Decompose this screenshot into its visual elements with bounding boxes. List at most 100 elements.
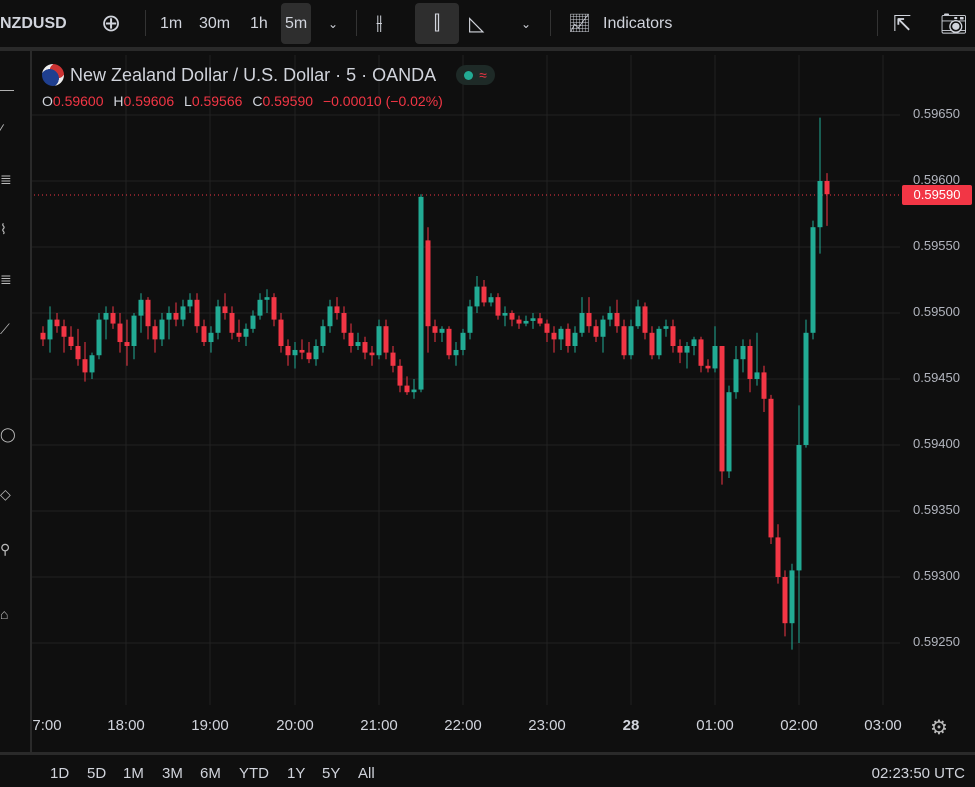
range-button-1m[interactable]: 1M — [123, 765, 144, 782]
indicators-icon[interactable]: 📈︎ — [568, 0, 591, 47]
current-price-label: 0.59590 — [902, 185, 972, 205]
area-chart-icon[interactable]: ◺ — [469, 0, 484, 47]
range-button-5d[interactable]: 5D — [87, 765, 106, 782]
zoom-icon[interactable]: ⚲ — [0, 541, 14, 558]
candle — [328, 300, 333, 333]
candle-body — [671, 326, 676, 346]
candle — [720, 346, 725, 485]
candle — [475, 276, 480, 313]
candle — [419, 194, 424, 392]
time-tick-label: 03:00 — [864, 717, 902, 734]
candle — [580, 297, 585, 337]
chart-legend-title[interactable]: New Zealand Dollar / U.S. Dollar · 5 · O… — [42, 64, 495, 86]
candle-body — [783, 577, 788, 623]
candle-body — [41, 333, 46, 340]
close-label: C — [252, 93, 262, 109]
open-external-icon[interactable]: ⇱ — [893, 0, 911, 47]
candle-body — [748, 346, 753, 379]
fib-icon[interactable]: ≣ — [0, 171, 14, 188]
candle — [69, 326, 74, 350]
candle — [538, 313, 543, 326]
candle — [559, 326, 564, 350]
price-tick-label: 0.59550 — [913, 238, 960, 253]
candle-body — [643, 306, 648, 332]
settings-gear-icon[interactable]: ⚙ — [930, 715, 948, 740]
bottom-toolbar: 1D 5D 1M 3M 6M YTD 1Y 5Y All 02:23:50 UTC — [0, 752, 975, 787]
candle — [692, 337, 697, 355]
candle-body — [132, 316, 137, 346]
forecast-icon[interactable]: ≣ — [0, 271, 14, 288]
candle-body — [545, 324, 550, 333]
candles-chart-icon[interactable]: ⫿ — [415, 3, 459, 44]
range-button-3m[interactable]: 3M — [162, 765, 183, 782]
interval-1m[interactable]: 1m — [160, 0, 182, 47]
lock-icon[interactable]: ⌂ — [0, 606, 14, 622]
time-tick-label: 02:00 — [780, 717, 818, 734]
chevron-down-icon[interactable]: ⌄ — [521, 0, 531, 47]
range-button-ytd[interactable]: YTD — [239, 765, 269, 782]
data-delay-icon: ≈ — [479, 67, 487, 83]
range-button-1y[interactable]: 1Y — [287, 765, 305, 782]
brush-icon[interactable]: ⟋ — [0, 321, 14, 338]
candle-body — [258, 300, 263, 316]
cursor-icon[interactable]: — — [0, 81, 14, 97]
candle — [762, 366, 767, 412]
range-button-6m[interactable]: 6M — [200, 765, 221, 782]
chart-grid — [30, 55, 900, 705]
candle — [643, 302, 648, 339]
candle-body — [181, 306, 186, 319]
candle — [258, 293, 263, 319]
trend-line-icon[interactable]: ∕ — [0, 121, 14, 137]
divider — [877, 10, 878, 36]
high-value: 0.59606 — [124, 93, 175, 109]
candle — [713, 326, 718, 372]
candle — [97, 313, 102, 359]
candle — [629, 320, 634, 360]
candlestick-chart[interactable] — [0, 0, 975, 784]
emoji-icon[interactable]: ◯ — [0, 426, 14, 443]
range-button-5y[interactable]: 5Y — [322, 765, 340, 782]
candle — [237, 320, 242, 342]
range-button-1d[interactable]: 1D — [50, 765, 69, 782]
candle-body — [209, 333, 214, 342]
candle — [251, 310, 256, 332]
camera-icon[interactable]: 📷︎ — [940, 0, 968, 47]
market-status-badge[interactable]: ≈ — [456, 65, 495, 85]
utc-clock[interactable]: 02:23:50 UTC — [872, 765, 965, 782]
candle — [461, 329, 466, 355]
candle — [209, 326, 214, 352]
candle-body — [125, 342, 130, 346]
candle — [468, 300, 473, 340]
candle — [608, 306, 613, 326]
measure-icon[interactable]: ◇ — [0, 486, 14, 503]
candle — [146, 297, 151, 339]
bar-chart-icon[interactable]: ⫲ — [376, 0, 382, 47]
candle — [363, 337, 368, 359]
candle — [370, 346, 375, 366]
candle — [307, 342, 312, 363]
candle — [377, 320, 382, 360]
interval-1h[interactable]: 1h — [250, 0, 268, 47]
chevron-down-icon[interactable]: ⌄ — [328, 0, 338, 47]
low-label: L — [184, 93, 192, 109]
time-tick-label: 23:00 — [528, 717, 566, 734]
candle — [300, 339, 305, 359]
candle — [811, 221, 816, 340]
indicators-button[interactable]: Indicators — [603, 0, 672, 47]
candle — [118, 313, 123, 353]
candle — [454, 342, 459, 366]
candle-body — [657, 329, 662, 355]
candle-body — [202, 326, 207, 342]
candle-body — [111, 313, 116, 324]
candle — [230, 306, 235, 339]
symbol-search-button[interactable]: NZDUSD — [0, 0, 67, 47]
compare-plus-icon[interactable]: ⊕ — [101, 0, 121, 47]
change-value: −0.00010 (−0.02%) — [323, 93, 443, 109]
candle — [587, 297, 592, 333]
interval-30m[interactable]: 30m — [199, 0, 230, 47]
candle-body — [153, 326, 158, 339]
interval-5m[interactable]: 5m — [281, 3, 311, 44]
pattern-icon[interactable]: ⌇ — [0, 221, 14, 238]
range-button-all[interactable]: All — [358, 765, 375, 782]
candle — [797, 405, 802, 643]
